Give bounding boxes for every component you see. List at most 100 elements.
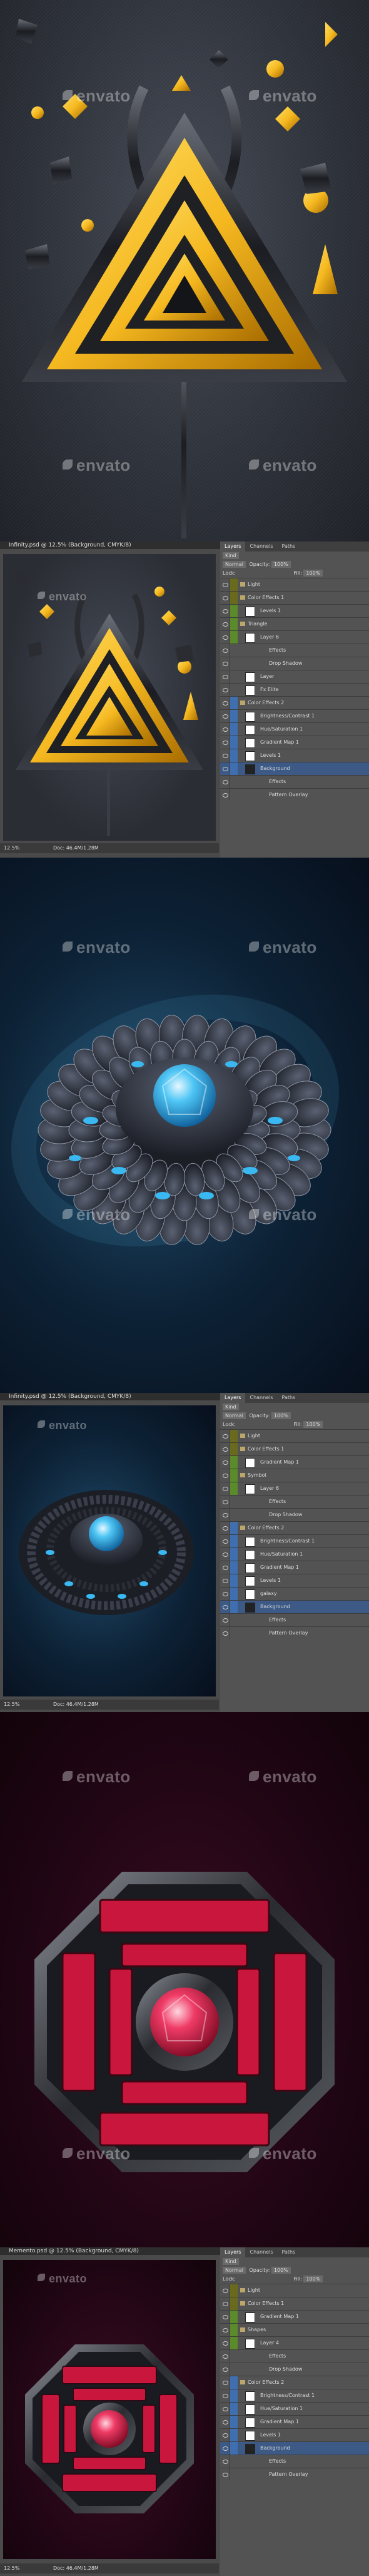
visibility-eye-icon[interactable] (220, 670, 230, 683)
visibility-eye-icon[interactable] (220, 749, 230, 762)
opacity-input[interactable]: 100% (271, 2267, 291, 2274)
layer-row[interactable]: Effects (220, 2349, 369, 2363)
zoom-level[interactable]: 12.5% (4, 843, 19, 853)
visibility-eye-icon[interactable] (220, 2416, 230, 2428)
layer-row[interactable]: Brightness/Contrast 1 (220, 2389, 369, 2402)
fill-input[interactable]: 100% (303, 570, 323, 577)
tab-channels[interactable]: Channels (245, 541, 277, 552)
fill-input[interactable]: 100% (303, 2276, 323, 2282)
opacity-input[interactable]: 100% (271, 1412, 291, 1419)
layer-row[interactable]: Levels 1 (220, 2428, 369, 2441)
layer-row[interactable]: Color Effects 2 (220, 1521, 369, 1534)
visibility-eye-icon[interactable] (220, 631, 230, 644)
layer-row[interactable]: galaxy (220, 1587, 369, 1600)
visibility-eye-icon[interactable] (220, 2468, 230, 2481)
visibility-eye-icon[interactable] (220, 1443, 230, 1455)
folder-icon[interactable] (240, 2380, 245, 2384)
visibility-eye-icon[interactable] (220, 684, 230, 696)
visibility-eye-icon[interactable] (220, 1561, 230, 1574)
layer-row[interactable]: Levels 1 (220, 749, 369, 762)
layer-row[interactable]: Light (220, 2284, 369, 2297)
layer-row[interactable]: Layer 6 (220, 1482, 369, 1495)
kind-filter[interactable]: Kind (223, 1403, 239, 1410)
layer-row[interactable]: Gradient Map 1 (220, 736, 369, 749)
layer-row[interactable]: Drop Shadow (220, 657, 369, 670)
tab-paths[interactable]: Paths (278, 2247, 300, 2257)
kind-filter[interactable]: Kind (223, 552, 239, 559)
visibility-eye-icon[interactable] (220, 2442, 230, 2455)
blend-mode-select[interactable]: Normal (223, 1412, 246, 1419)
folder-icon[interactable] (240, 700, 245, 705)
visibility-eye-icon[interactable] (220, 2337, 230, 2349)
layer-row[interactable]: Gradient Map 1 (220, 2310, 369, 2323)
folder-icon[interactable] (240, 595, 245, 600)
visibility-eye-icon[interactable] (220, 2284, 230, 2297)
layer-row[interactable]: Color Effects 1 (220, 2297, 369, 2310)
zoom-level[interactable]: 12.5% (4, 1700, 19, 1710)
layer-row[interactable]: Hue/Saturation 1 (220, 1547, 369, 1561)
layer-row[interactable]: Background (220, 1600, 369, 1613)
layer-row[interactable]: Color Effects 2 (220, 696, 369, 709)
blend-mode-select[interactable]: Normal (223, 2267, 246, 2274)
visibility-eye-icon[interactable] (220, 657, 230, 670)
layer-row[interactable]: Fx Elite (220, 683, 369, 696)
visibility-eye-icon[interactable] (220, 736, 230, 749)
visibility-eye-icon[interactable] (220, 578, 230, 591)
visibility-eye-icon[interactable] (220, 2324, 230, 2336)
layer-row[interactable]: Gradient Map 1 (220, 2415, 369, 2428)
layer-row[interactable]: Color Effects 1 (220, 591, 369, 604)
layer-row[interactable]: Effects (220, 2455, 369, 2468)
visibility-eye-icon[interactable] (220, 762, 230, 775)
fill-input[interactable]: 100% (303, 1421, 323, 1428)
layer-row[interactable]: Effects (220, 775, 369, 788)
visibility-eye-icon[interactable] (220, 592, 230, 604)
visibility-eye-icon[interactable] (220, 1430, 230, 1442)
tab-channels[interactable]: Channels (245, 2247, 277, 2257)
visibility-eye-icon[interactable] (220, 1588, 230, 1600)
visibility-eye-icon[interactable] (220, 1496, 230, 1508)
visibility-eye-icon[interactable] (220, 710, 230, 722)
layer-row[interactable]: Symbol (220, 1469, 369, 1482)
visibility-eye-icon[interactable] (220, 1614, 230, 1626)
visibility-eye-icon[interactable] (220, 1535, 230, 1547)
tab-layers[interactable]: Layers (220, 541, 246, 552)
layer-row[interactable]: Layer 6 (220, 630, 369, 644)
visibility-eye-icon[interactable] (220, 644, 230, 657)
layer-row[interactable]: Gradient Map 1 (220, 1455, 369, 1469)
layer-row[interactable]: Background (220, 2441, 369, 2455)
visibility-eye-icon[interactable] (220, 618, 230, 630)
folder-icon[interactable] (240, 1526, 245, 1530)
layer-row[interactable]: Pattern Overlay (220, 2468, 369, 2481)
opacity-input[interactable]: 100% (271, 561, 291, 568)
canvas[interactable]: envato (3, 1405, 216, 1696)
visibility-eye-icon[interactable] (220, 1601, 230, 1613)
layer-row[interactable]: Effects (220, 1495, 369, 1508)
folder-icon[interactable] (240, 582, 245, 587)
tab-layers[interactable]: Layers (220, 1393, 246, 1403)
visibility-eye-icon[interactable] (220, 2389, 230, 2402)
visibility-eye-icon[interactable] (220, 1522, 230, 1534)
layer-row[interactable]: Gradient Map 1 (220, 1561, 369, 1574)
folder-icon[interactable] (240, 1447, 245, 1451)
visibility-eye-icon[interactable] (220, 2455, 230, 2468)
visibility-eye-icon[interactable] (220, 1509, 230, 1521)
layer-row[interactable]: Shapes (220, 2323, 369, 2336)
folder-icon[interactable] (240, 2301, 245, 2306)
visibility-eye-icon[interactable] (220, 697, 230, 709)
tab-paths[interactable]: Paths (278, 1393, 300, 1403)
visibility-eye-icon[interactable] (220, 1469, 230, 1482)
layer-row[interactable]: Effects (220, 644, 369, 657)
layer-row[interactable]: Pattern Overlay (220, 788, 369, 801)
folder-icon[interactable] (240, 1434, 245, 1438)
visibility-eye-icon[interactable] (220, 605, 230, 617)
tab-channels[interactable]: Channels (245, 1393, 277, 1403)
visibility-eye-icon[interactable] (220, 776, 230, 788)
layer-row[interactable]: Pattern Overlay (220, 1626, 369, 1640)
folder-icon[interactable] (240, 2288, 245, 2292)
folder-icon[interactable] (240, 1473, 245, 1477)
visibility-eye-icon[interactable] (220, 1627, 230, 1640)
kind-filter[interactable]: Kind (223, 2258, 239, 2265)
visibility-eye-icon[interactable] (220, 2297, 230, 2310)
folder-icon[interactable] (240, 2327, 245, 2332)
visibility-eye-icon[interactable] (220, 1548, 230, 1561)
